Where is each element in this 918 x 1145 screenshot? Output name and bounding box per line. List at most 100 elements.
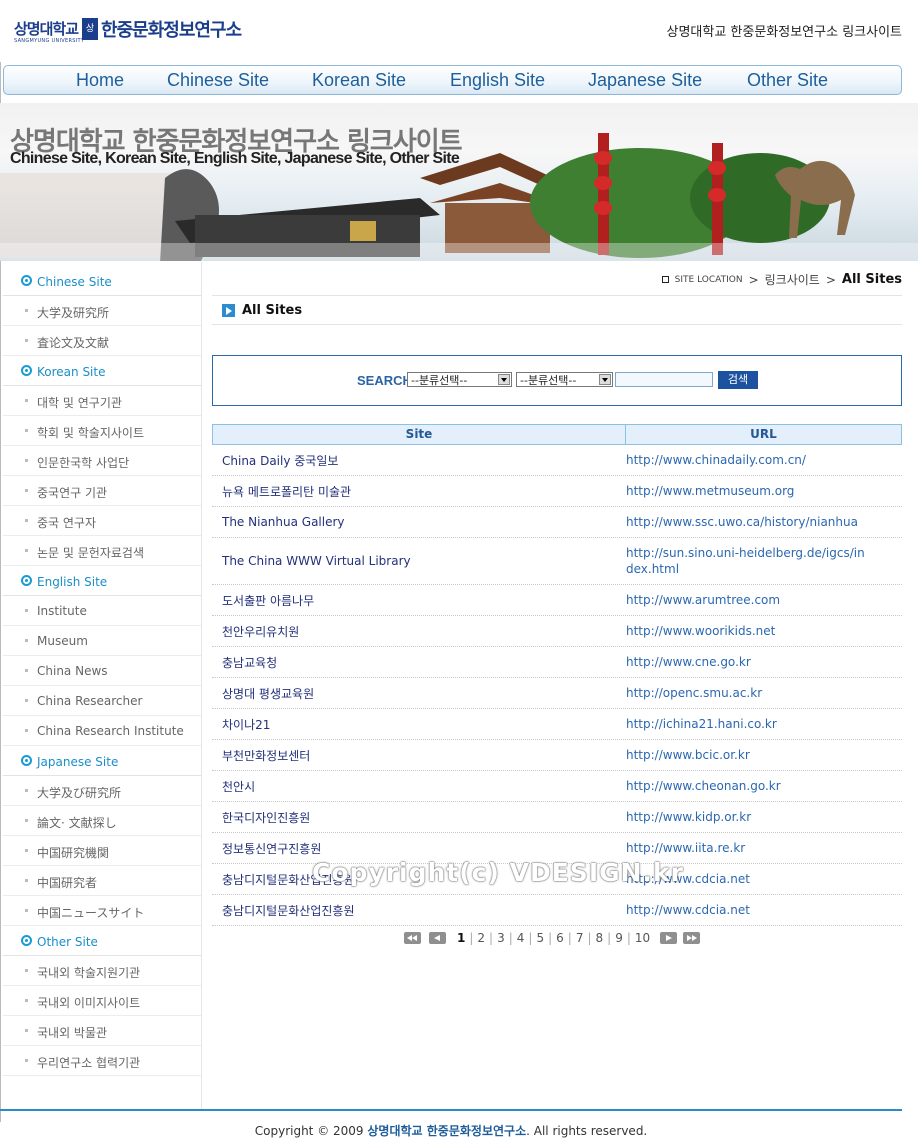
page-link[interactable]: 10 [633,931,652,945]
breadcrumb-link[interactable]: 링크사이트 [765,271,820,288]
site-url-link[interactable]: http://www.bcic.or.kr [626,747,902,763]
page-link[interactable]: 4 [515,931,527,945]
sidebar-category-japanese[interactable]: Japanese Site [3,746,201,776]
page-link[interactable]: 6 [554,931,566,945]
site-name-link[interactable]: 충남교육청 [212,654,626,671]
site-url-link[interactable]: http://www.metmuseum.org [626,483,902,499]
sidebar-item[interactable]: 중국연구 기관 [3,476,201,506]
square-bullet-icon [25,1059,28,1062]
sidebar-item[interactable]: 大学及び研究所 [3,776,201,806]
nav-korean-site[interactable]: Korean Site [312,70,406,91]
nav-english-site[interactable]: English Site [450,70,545,91]
sidebar-category-korean[interactable]: Korean Site [3,356,201,386]
divider [212,295,902,296]
site-name-link[interactable]: 차이나21 [212,716,626,733]
banner: 상명대학교 한중문화정보연구소 링크사이트 Chinese Site, Kore… [0,103,918,261]
sidebar-item[interactable]: 학회 및 학술지사이트 [3,416,201,446]
sidebar-item[interactable]: 국내외 박물관 [3,1016,201,1046]
site-url-link[interactable]: http://www.cheonan.go.kr [626,778,902,794]
square-bullet-icon [25,609,28,612]
sidebar-item[interactable]: 국내외 이미지사이트 [3,986,201,1016]
nav-japanese-site[interactable]: Japanese Site [588,70,702,91]
page-link[interactable]: 8 [594,931,606,945]
logo-university: 상명대학교 [14,20,79,38]
site-name-link[interactable]: 충남디지털문화산업진흥원 [212,902,626,919]
site-name-link[interactable]: 뉴욕 메트로폴리탄 미술관 [212,483,626,500]
site-name-link[interactable]: China Daily 중국일보 [212,452,626,469]
sidebar-item-label: Institute [37,604,87,618]
logo-institute: 한중문화정보연구소 [101,20,242,41]
page-link[interactable]: 1 [455,931,467,945]
last-page-icon[interactable] [683,932,701,944]
nav-home[interactable]: Home [76,70,124,91]
site-url-link[interactable]: http://ichina21.hani.co.kr [626,716,902,732]
sidebar-item[interactable]: Institute [3,596,201,626]
sidebar-item[interactable]: 中国研究者 [3,866,201,896]
sidebar-item[interactable]: 査论文及文献 [3,326,201,356]
sidebar-item[interactable]: 인문한국학 사업단 [3,446,201,476]
site-url-link[interactable]: http://www.arumtree.com [626,592,902,608]
search-button[interactable]: 검색 [718,371,758,389]
sidebar-category-chinese[interactable]: Chinese Site [3,266,201,296]
sidebar-item[interactable]: 우리연구소 협력기관 [3,1046,201,1076]
site-url-link[interactable]: http://www.woorikids.net [626,623,902,639]
site-name-link[interactable]: 천안시 [212,778,626,795]
page-link[interactable]: 3 [495,931,507,945]
sidebar-item[interactable]: 국내외 학술지원기관 [3,956,201,986]
nav-other-site[interactable]: Other Site [747,70,828,91]
category-select-1[interactable]: --분류선택-- [407,372,512,387]
site-url-link[interactable]: http://sun.sino.uni-heidelberg.de/igcs/i… [626,545,902,577]
site-url-link[interactable]: http://www.cne.go.kr [626,654,902,670]
sidebar-item[interactable]: 중국 연구자 [3,506,201,536]
sidebar-item[interactable]: 中国研究機関 [3,836,201,866]
site-name-link[interactable]: 천안우리유치원 [212,623,626,640]
sidebar-category-label: Korean Site [37,365,106,379]
sidebar-item[interactable]: 대학 및 연구기관 [3,386,201,416]
sidebar-category-label: English Site [37,575,108,589]
site-url-link[interactable]: http://www.kidp.or.kr [626,809,902,825]
sidebar-item-label: 대학 및 연구기관 [37,396,122,410]
table-row: 도서출판 아름나무 http://www.arumtree.com [212,585,902,616]
square-bullet-icon [25,1029,28,1032]
sidebar-item[interactable]: 논문 및 문헌자료검색 [3,536,201,566]
site-name-link[interactable]: 부천만화정보센터 [212,747,626,764]
site-url-link[interactable]: http://www.cdcia.net [626,902,902,918]
site-name-link[interactable]: 정보통신연구진흥원 [212,840,626,857]
sidebar-category-other[interactable]: Other Site [3,926,201,956]
site-name-link[interactable]: 한국디자인진흥원 [212,809,626,826]
sidebar-item[interactable]: 中国ニュースサイト [3,896,201,926]
site-name-link[interactable]: The Nianhua Gallery [212,515,626,529]
sidebar-item-label: 우리연구소 협력기관 [37,1056,141,1070]
first-page-icon[interactable] [404,932,421,944]
site-name-link[interactable]: The China WWW Virtual Library [212,554,626,568]
page-link[interactable]: 9 [613,931,625,945]
circle-bullet-icon [21,575,32,586]
square-bullet-icon [25,429,28,432]
site-url-link[interactable]: http://www.chinadaily.com.cn/ [626,452,902,468]
page-link[interactable]: 5 [534,931,546,945]
search-input[interactable] [615,372,713,387]
table-header: Site URL [212,424,902,445]
page-link[interactable]: 2 [475,931,487,945]
sidebar-item[interactable]: Museum [3,626,201,656]
prev-page-icon[interactable] [429,932,446,944]
site-name-link[interactable]: 도서출판 아름나무 [212,592,626,609]
site-url-link[interactable]: http://www.iita.re.kr [626,840,902,856]
sidebar-item[interactable]: China Research Institute [3,716,201,746]
category-select-2[interactable]: --분류선택-- [516,372,613,387]
sidebar-item-label: 국내외 이미지사이트 [37,996,141,1010]
sidebar-item[interactable]: China News [3,656,201,686]
logo-link[interactable]: 상명대학교 SANGMYUNG UNIVERSITY 상명 한중문화정보연구소 [14,16,242,56]
sidebar-category-label: Japanese Site [37,755,119,769]
site-name-link[interactable]: 상명대 평생교육원 [212,685,626,702]
sidebar-item[interactable]: China Researcher [3,686,201,716]
sidebar-category-english[interactable]: English Site [3,566,201,596]
site-url-link[interactable]: http://www.ssc.uwo.ca/history/nianhua [626,514,902,530]
site-url-link[interactable]: http://openc.smu.ac.kr [626,685,902,701]
next-page-icon[interactable] [660,932,678,944]
nav-chinese-site[interactable]: Chinese Site [167,70,269,91]
sidebar-item-label: 논문 및 문헌자료검색 [37,546,144,560]
sidebar-item[interactable]: 大学及研究所 [3,296,201,326]
sidebar-item[interactable]: 論文· 文献探し [3,806,201,836]
page-link[interactable]: 7 [574,931,586,945]
